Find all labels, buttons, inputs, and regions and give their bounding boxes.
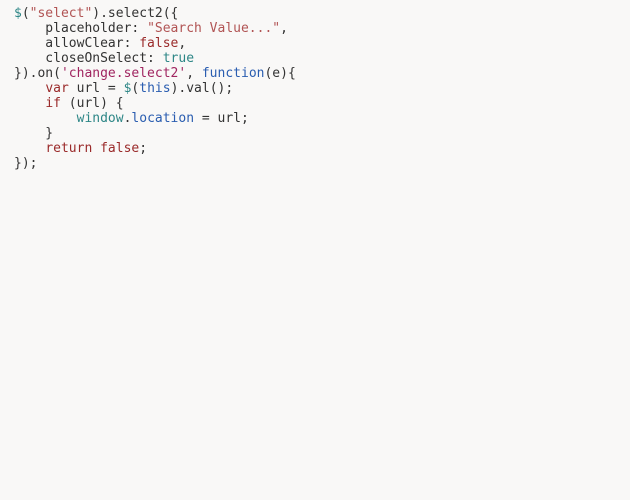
code-token: if bbox=[45, 96, 61, 111]
code-token: location bbox=[131, 111, 194, 126]
code-token bbox=[14, 141, 45, 156]
code-token: } bbox=[14, 126, 53, 141]
code-token: , bbox=[280, 21, 288, 36]
code-token: var bbox=[45, 81, 68, 96]
code-token: (e){ bbox=[264, 66, 295, 81]
code-token bbox=[14, 81, 45, 96]
code-token: return bbox=[45, 141, 92, 156]
code-token: ).select2({ bbox=[92, 6, 178, 21]
code-token: this bbox=[139, 81, 170, 96]
code-token bbox=[14, 111, 77, 126]
code-token: "select" bbox=[30, 6, 93, 21]
code-token: , bbox=[186, 66, 202, 81]
code-token: placeholder: bbox=[14, 21, 147, 36]
code-token: = url; bbox=[194, 111, 249, 126]
code-token: ).val(); bbox=[171, 81, 234, 96]
code-token: false bbox=[100, 141, 139, 156]
code-token: }).on( bbox=[14, 66, 61, 81]
code-token: (url) { bbox=[61, 96, 124, 111]
code-token: url = bbox=[69, 81, 124, 96]
code-token: $ bbox=[14, 6, 22, 21]
code-token: 'change.select2' bbox=[61, 66, 186, 81]
code-token: window bbox=[77, 111, 124, 126]
code-token: function bbox=[202, 66, 265, 81]
code-token: allowClear: bbox=[14, 36, 139, 51]
code-token: ; bbox=[139, 141, 147, 156]
code-token: ( bbox=[22, 6, 30, 21]
code-token bbox=[14, 96, 45, 111]
code-token: false bbox=[139, 36, 178, 51]
code-token: closeOnSelect: bbox=[14, 51, 163, 66]
code-block: $("select").select2({ placeholder: "Sear… bbox=[0, 0, 630, 171]
code-token: , bbox=[178, 36, 186, 51]
code-token: "Search Value..." bbox=[147, 21, 280, 36]
code-token: true bbox=[163, 51, 194, 66]
code-token: }); bbox=[14, 156, 37, 171]
code-token bbox=[92, 141, 100, 156]
